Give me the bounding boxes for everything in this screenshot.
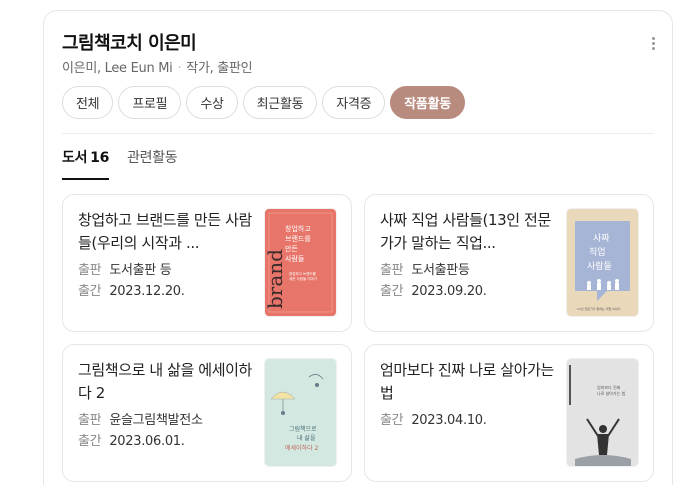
svg-text:사람들: 사람들 [587,260,612,272]
svg-text:세운 사람들 이야기: 세운 사람들 이야기 [289,276,317,281]
tab-books-label: 도서 [62,150,88,166]
chip-works[interactable]: 작품활동 [390,86,465,119]
book-card[interactable]: 그림책으로 내 삶을 에세이하다 2 출판 윤슬그림책발전소 출간 2023.06.… [62,344,352,482]
author-card: 그림책코치 이은미 이은미, Lee Eun Mi · 작가, 출판인 전체 프로필… [43,10,673,485]
svg-text:사람들: 사람들 [285,254,305,263]
author-role: 작가, 출판인 [186,61,253,76]
divider [62,133,654,134]
svg-text:나로 살아가는 법: 나로 살아가는 법 [597,390,626,396]
svg-text:에세이하다 2: 에세이하다 2 [285,444,319,452]
chip-certificates[interactable]: 자격증 [322,86,386,119]
svg-text:내 삶을: 내 삶을 [297,434,316,442]
tab-books[interactable]: 도서 16 [62,147,109,180]
svg-text:브랜드를: 브랜드를 [285,234,311,243]
chip-awards[interactable]: 수상 [186,86,238,119]
book-date: 출간 2023.09.20. [380,280,487,299]
separator-dot: · [177,61,182,76]
book-title: 창업하고 브랜드를 만든 사람들(우리의 시작과 ... [78,211,252,252]
svg-text:그림책으로: 그림책으로 [289,425,317,433]
book-publisher: 출판 윤슬그림책발전소 [78,409,203,428]
chip-profile[interactable]: 프로필 [118,86,182,119]
book-cover: 그림책으로 내 삶을 에세이하다 2 [265,359,336,466]
book-title: 엄마보다 진짜 나로 살아가는 법 [380,361,554,402]
content-tabs: 도서 16 관련활동 [62,147,178,180]
date-key: 출간 [78,434,102,449]
author-name: 이은미, Lee Eun Mi [62,61,173,76]
svg-text:창업하고 브랜드를: 창업하고 브랜드를 [289,271,317,276]
publisher-value: 도서출판등 [411,263,470,278]
more-options-icon[interactable] [650,37,656,53]
book-title: 그림책으로 내 삶을 에세이하다 2 [78,361,252,402]
book-cover: 사짜 직업 사람들 13인 전문가가 말하는 직업 이야기 [567,209,638,316]
svg-text:만든: 만든 [285,244,298,253]
date-key: 출간 [380,413,404,428]
category-chips: 전체 프로필 수상 최근활동 자격증 작품활동 [62,86,465,119]
date-value: 2023.06.01. [109,434,185,449]
tab-related-activities[interactable]: 관련활동 [127,147,178,180]
svg-text:엄마보다 진짜: 엄마보다 진짜 [597,384,621,390]
date-key: 출간 [380,284,404,299]
author-title: 그림책코치 이은미 [62,33,197,54]
publisher-key: 출판 [78,413,102,428]
publisher-key: 출판 [380,263,404,278]
svg-text:사짜: 사짜 [593,233,610,244]
author-subtitle: 이은미, Lee Eun Mi · 작가, 출판인 [62,57,253,76]
book-date: 출간 2023.12.20. [78,280,185,299]
publisher-value: 도서출판 등 [109,263,172,278]
book-publisher: 출판 도서출판등 [380,259,470,278]
publisher-value: 윤슬그림책발전소 [109,413,203,428]
book-card[interactable]: 창업하고 브랜드를 만든 사람들(우리의 시작과 ... 출판 도서출판 등 출간… [62,194,352,332]
date-value: 2023.12.20. [109,284,185,299]
tab-books-count: 16 [90,150,110,166]
book-card[interactable]: 엄마보다 진짜 나로 살아가는 법 출간 2023.04.10. 엄마보다 진짜 … [364,344,654,482]
date-key: 출간 [78,284,102,299]
book-publisher: 출판 도서출판 등 [78,259,172,278]
book-date: 출간 2023.06.01. [78,430,185,449]
date-value: 2023.09.20. [411,284,487,299]
date-value: 2023.04.10. [411,413,487,428]
book-card[interactable]: 사짜 직업 사람들(13인 전문가가 말하는 직업... 출판 도서출판등 출간 2… [364,194,654,332]
publisher-key: 출판 [78,263,102,278]
book-date: 출간 2023.04.10. [380,409,487,428]
svg-text:직업: 직업 [589,247,606,258]
svg-text:창업하고: 창업하고 [285,224,311,233]
chip-recent-activity[interactable]: 최근활동 [242,86,318,119]
svg-text:13인 전문가가 말하는 직업 이야기: 13인 전문가가 말하는 직업 이야기 [577,306,621,311]
book-cover: 창업하고 브랜드를 만든 사람들 창업하고 브랜드를 세운 사람들 이야기 br… [265,209,336,316]
svg-text:brand: brand [265,249,287,309]
book-title: 사짜 직업 사람들(13인 전문가가 말하는 직업... [380,211,551,252]
book-cover: 엄마보다 진짜 나로 살아가는 법 [567,359,638,466]
chip-all[interactable]: 전체 [62,86,114,119]
